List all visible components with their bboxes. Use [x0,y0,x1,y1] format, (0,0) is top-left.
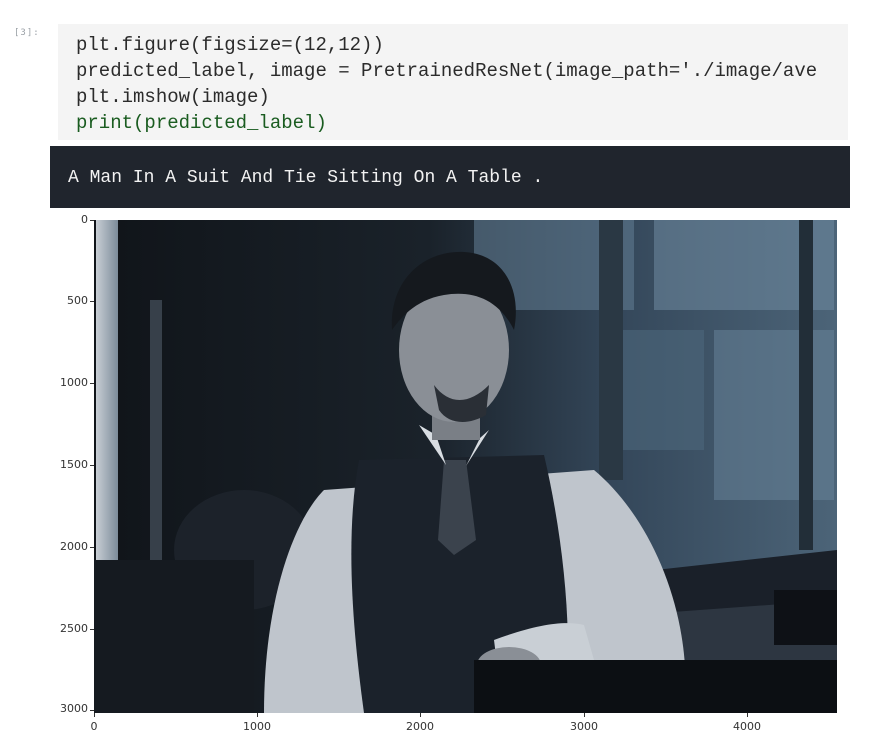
cell-prompt: [3]: [14,28,40,38]
y-tick-label: 1000 [60,376,88,389]
output-cell: A Man In A Suit And Tie Sitting On A Tab… [50,146,850,208]
predicted-label-output: A Man In A Suit And Tie Sitting On A Tab… [68,168,544,188]
x-tick-label: 4000 [733,720,761,733]
x-tick [420,713,421,717]
x-tick [747,713,748,717]
x-tick-label: 0 [90,720,98,733]
y-tick-label: 2000 [60,540,88,553]
x-tick [94,713,95,717]
code-input-cell[interactable]: plt.figure(figsize=(12,12)) predicted_la… [58,24,848,140]
y-tick-label: 500 [67,294,88,307]
displayed-image [94,220,837,713]
imshow-plot: 0 500 1000 1500 2000 2500 3000 0 1000 20… [0,208,872,743]
x-tick [584,713,585,717]
movie-still-image [94,220,837,713]
y-tick-label: 0 [81,213,88,226]
code-line-3[interactable]: plt.imshow(image) [76,86,270,108]
code-line-2[interactable]: predicted_label, image = PretrainedResNe… [76,60,817,82]
code-line-4[interactable]: print(predicted_label) [76,112,327,134]
x-tick-label: 3000 [570,720,598,733]
x-tick-label: 1000 [243,720,271,733]
y-tick-label: 3000 [60,702,88,715]
code-line-1[interactable]: plt.figure(figsize=(12,12)) [76,34,384,56]
x-tick [257,713,258,717]
y-tick-label: 2500 [60,622,88,635]
x-tick-label: 2000 [406,720,434,733]
y-tick-label: 1500 [60,458,88,471]
